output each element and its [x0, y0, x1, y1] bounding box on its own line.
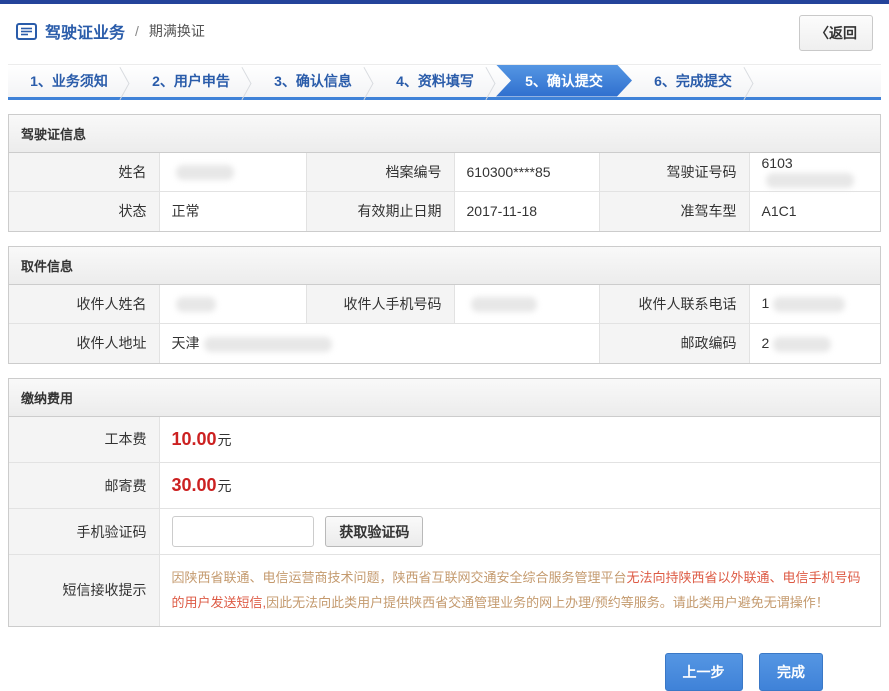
sms-code-label: 手机验证码 — [9, 509, 159, 555]
step-label: 1、业务须知 — [30, 71, 108, 91]
recipient-mobile-label: 收件人手机号码 — [306, 285, 454, 324]
page-subtitle: 期满换证 — [149, 21, 205, 41]
redacted-name — [176, 165, 234, 180]
table-row: 邮寄费 30.00元 — [9, 463, 880, 509]
postage-fee-value: 30.00元 — [159, 463, 880, 509]
page-header: 驾驶证业务 / 期满换证 〈返回 — [0, 4, 889, 58]
postage-fee-amount: 30.00 — [172, 475, 217, 495]
previous-step-button[interactable]: 上一步 — [665, 653, 743, 691]
expiry-label: 有效期止日期 — [306, 192, 454, 231]
redacted-recipient-address — [204, 337, 332, 352]
fees-section-title: 缴纳费用 — [9, 379, 880, 417]
production-fee-unit: 元 — [218, 432, 232, 448]
license-info-section: 驾驶证信息 姓名 档案编号 610300****85 驾驶证号码 6103 状态… — [8, 114, 881, 232]
step-label: 2、用户申告 — [152, 71, 230, 91]
sms-notice-label: 短信接收提示 — [9, 555, 159, 626]
notice-text-part2: 因此无法向此类用户提供陕西省交通管理业务的网上办理/预约等服务。请此类用户避免无… — [266, 595, 829, 610]
production-fee-label: 工本费 — [9, 417, 159, 463]
redacted-recipient-mobile — [471, 297, 537, 312]
redacted-postal-code — [773, 337, 831, 352]
redacted-license-number — [766, 173, 854, 188]
recipient-phone-value: 1 — [749, 285, 880, 324]
license-business-icon — [16, 23, 37, 40]
recipient-address-visible: 天津 — [172, 335, 200, 351]
name-value — [159, 153, 306, 192]
table-row: 收件人姓名 收件人手机号码 收件人联系电话 1 — [9, 285, 880, 324]
step-label: 4、资料填写 — [396, 71, 474, 91]
notice-text-part1: 因陕西省联通、电信运营商技术问题，陕西省互联网交通安全综合服务管理平台 — [172, 570, 627, 585]
footer-actions: 上一步 完成 — [0, 653, 889, 691]
recipient-phone-visible: 1 — [762, 295, 770, 311]
table-row: 短信接收提示 因陕西省联通、电信运营商技术问题，陕西省互联网交通安全综合服务管理… — [9, 555, 880, 626]
license-number-visible: 6103 — [762, 155, 793, 171]
step-progress-bar: 1、业务须知 2、用户申告 3、确认信息 4、资料填写 5、确认提交 6、完成提… — [8, 64, 881, 100]
postal-code-visible: 2 — [762, 335, 770, 351]
step-3-confirm-info[interactable]: 3、确认信息 — [252, 65, 374, 97]
pickup-info-table: 收件人姓名 收件人手机号码 收件人联系电话 1 收件人地址 天津 邮政编码 2 — [9, 285, 880, 363]
production-fee-amount: 10.00 — [172, 429, 217, 449]
license-info-table: 姓名 档案编号 610300****85 驾驶证号码 6103 状态 正常 有效… — [9, 153, 880, 231]
postal-code-label: 邮政编码 — [599, 324, 749, 363]
breadcrumb-divider: / — [135, 23, 139, 39]
expiry-value: 2017-11-18 — [454, 192, 599, 231]
step-4-fill-data[interactable]: 4、资料填写 — [374, 65, 496, 97]
sms-code-cell: 获取验证码 — [159, 509, 880, 555]
step-1-business-notice[interactable]: 1、业务须知 — [8, 65, 130, 97]
license-number-value: 6103 — [749, 153, 880, 192]
pickup-info-section: 取件信息 收件人姓名 收件人手机号码 收件人联系电话 1 收件人地址 天津 邮政… — [8, 246, 881, 364]
pickup-info-section-title: 取件信息 — [9, 247, 880, 285]
postage-fee-unit: 元 — [218, 478, 232, 494]
step-6-complete-submit[interactable]: 6、完成提交 — [632, 65, 754, 97]
postal-code-value: 2 — [749, 324, 880, 363]
recipient-phone-label: 收件人联系电话 — [599, 285, 749, 324]
fees-section: 缴纳费用 工本费 10.00元 邮寄费 30.00元 手机验证码 获取验证码 短… — [8, 378, 881, 627]
table-row: 状态 正常 有效期止日期 2017-11-18 准驾车型 A1C1 — [9, 192, 880, 231]
status-value: 正常 — [159, 192, 306, 231]
redacted-recipient-phone — [773, 297, 845, 312]
vehicle-class-label: 准驾车型 — [599, 192, 749, 231]
recipient-name-label: 收件人姓名 — [9, 285, 159, 324]
recipient-address-label: 收件人地址 — [9, 324, 159, 363]
get-sms-code-button[interactable]: 获取验证码 — [325, 516, 423, 547]
step-label: 5、确认提交 — [525, 71, 603, 91]
status-label: 状态 — [9, 192, 159, 231]
recipient-address-value: 天津 — [159, 324, 599, 363]
step-2-user-declaration[interactable]: 2、用户申告 — [130, 65, 252, 97]
breadcrumb: 驾驶证业务 / 期满换证 — [16, 19, 205, 43]
production-fee-value: 10.00元 — [159, 417, 880, 463]
step-label: 3、确认信息 — [274, 71, 352, 91]
table-row: 姓名 档案编号 610300****85 驾驶证号码 6103 — [9, 153, 880, 192]
step-label: 6、完成提交 — [654, 71, 732, 91]
sms-code-input[interactable] — [172, 516, 314, 547]
file-number-value: 610300****85 — [454, 153, 599, 192]
name-label: 姓名 — [9, 153, 159, 192]
license-info-section-title: 驾驶证信息 — [9, 115, 880, 153]
table-row: 工本费 10.00元 — [9, 417, 880, 463]
finish-button[interactable]: 完成 — [759, 653, 823, 691]
redacted-recipient-name — [176, 297, 216, 312]
recipient-mobile-value — [454, 285, 599, 324]
step-5-confirm-submit-active[interactable]: 5、确认提交 — [496, 65, 632, 97]
fees-table: 工本费 10.00元 邮寄费 30.00元 手机验证码 获取验证码 短信接收提示… — [9, 417, 880, 626]
recipient-name-value — [159, 285, 306, 324]
table-row: 手机验证码 获取验证码 — [9, 509, 880, 555]
sms-notice-text: 因陕西省联通、电信运营商技术问题，陕西省互联网交通安全综合服务管理平台无法向持陕… — [159, 555, 880, 626]
file-number-label: 档案编号 — [306, 153, 454, 192]
table-row: 收件人地址 天津 邮政编码 2 — [9, 324, 880, 363]
page-title: 驾驶证业务 — [45, 19, 125, 43]
postage-fee-label: 邮寄费 — [9, 463, 159, 509]
back-button[interactable]: 〈返回 — [799, 15, 873, 51]
license-number-label: 驾驶证号码 — [599, 153, 749, 192]
step-separator-chevron — [482, 65, 500, 101]
step-separator-chevron — [740, 65, 758, 101]
vehicle-class-value: A1C1 — [749, 192, 880, 231]
